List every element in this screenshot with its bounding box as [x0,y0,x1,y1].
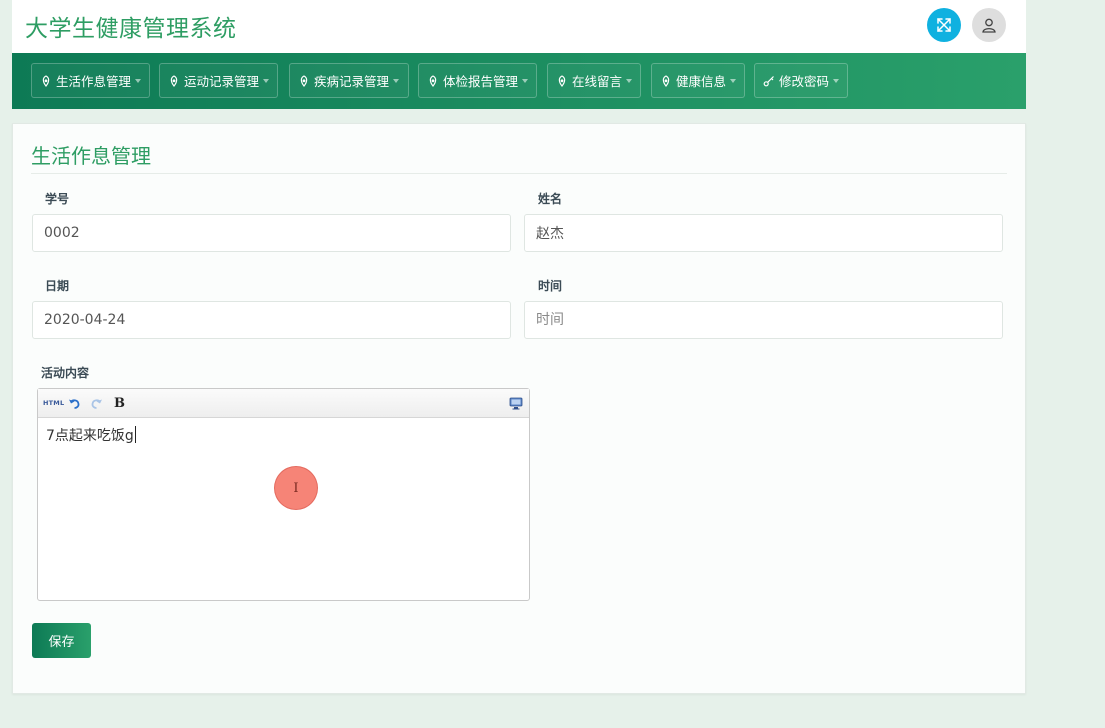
leaf-icon [298,74,310,87]
fullscreen-button[interactable] [927,8,961,42]
editor-text: 7点起来吃饭g [46,428,134,444]
top-header: 大学生健康管理系统 [12,0,1026,53]
student-id-input[interactable] [32,214,511,252]
key-icon [763,75,775,87]
monitor-icon [509,397,523,409]
leaf-icon [660,74,672,87]
redo-button[interactable] [90,395,103,411]
caret-down-icon [626,79,633,83]
caret-down-icon [522,79,529,83]
text-cursor-icon: I [293,480,299,496]
leaf-icon [556,74,568,87]
name-label: 姓名 [538,192,563,206]
caret-down-icon [263,79,270,83]
caret-down-icon [730,79,737,83]
expand-arrows-icon [937,18,951,32]
nav-item-label: 运动记录管理 [184,74,260,89]
editor-toolbar: HTML B [38,389,529,418]
form-card: 生活作息管理 学号 姓名 日期 时间 活动内容 HTML B 7点起来吃饭g 保… [12,123,1026,694]
bold-button[interactable]: B [114,395,125,411]
caret-down-icon [135,79,142,83]
nav-item-label: 在线留言 [572,74,623,89]
title-divider [31,173,1007,174]
caret-down-icon [833,79,840,83]
nav-item-change-password[interactable]: 修改密码 [754,63,848,98]
time-input[interactable] [524,301,1003,339]
student-id-label: 学号 [45,192,70,206]
click-indicator: I [274,466,318,510]
undo-button[interactable] [68,395,81,411]
activity-label: 活动内容 [41,366,90,380]
main-navbar: 生活作息管理 运动记录管理 疾病记录管理 体检报告管理 在线留言 健康信息 修改… [12,53,1026,109]
date-input[interactable] [32,301,511,339]
leaf-icon [40,74,52,87]
nav-item-label: 健康信息 [676,74,727,89]
leaf-icon [168,74,180,87]
html-source-button[interactable]: HTML [43,395,64,411]
nav-item-illness-records[interactable]: 疾病记录管理 [289,63,409,98]
nav-item-label: 修改密码 [779,74,830,89]
editor-content[interactable]: 7点起来吃饭g [46,425,136,445]
undo-icon [69,398,80,409]
nav-item-online-messages[interactable]: 在线留言 [547,63,641,98]
name-input[interactable] [524,214,1003,252]
preview-button[interactable] [509,395,523,411]
nav-item-label: 生活作息管理 [56,74,132,89]
redo-icon [91,398,102,409]
page-title: 生活作息管理 [31,144,151,168]
date-label: 日期 [45,279,70,293]
nav-item-health-info[interactable]: 健康信息 [651,63,745,98]
user-icon [982,18,996,33]
leaf-icon [427,74,439,87]
nav-item-sleep-schedule[interactable]: 生活作息管理 [31,63,150,98]
nav-item-exercise-records[interactable]: 运动记录管理 [159,63,278,98]
text-cursor [134,426,136,443]
nav-item-checkup-reports[interactable]: 体检报告管理 [418,63,537,98]
nav-item-label: 疾病记录管理 [314,74,390,89]
user-button[interactable] [972,8,1006,42]
nav-item-label: 体检报告管理 [443,74,519,89]
save-button[interactable]: 保存 [32,623,91,658]
time-label: 时间 [538,279,563,293]
app-title: 大学生健康管理系统 [25,16,237,42]
caret-down-icon [393,79,400,83]
